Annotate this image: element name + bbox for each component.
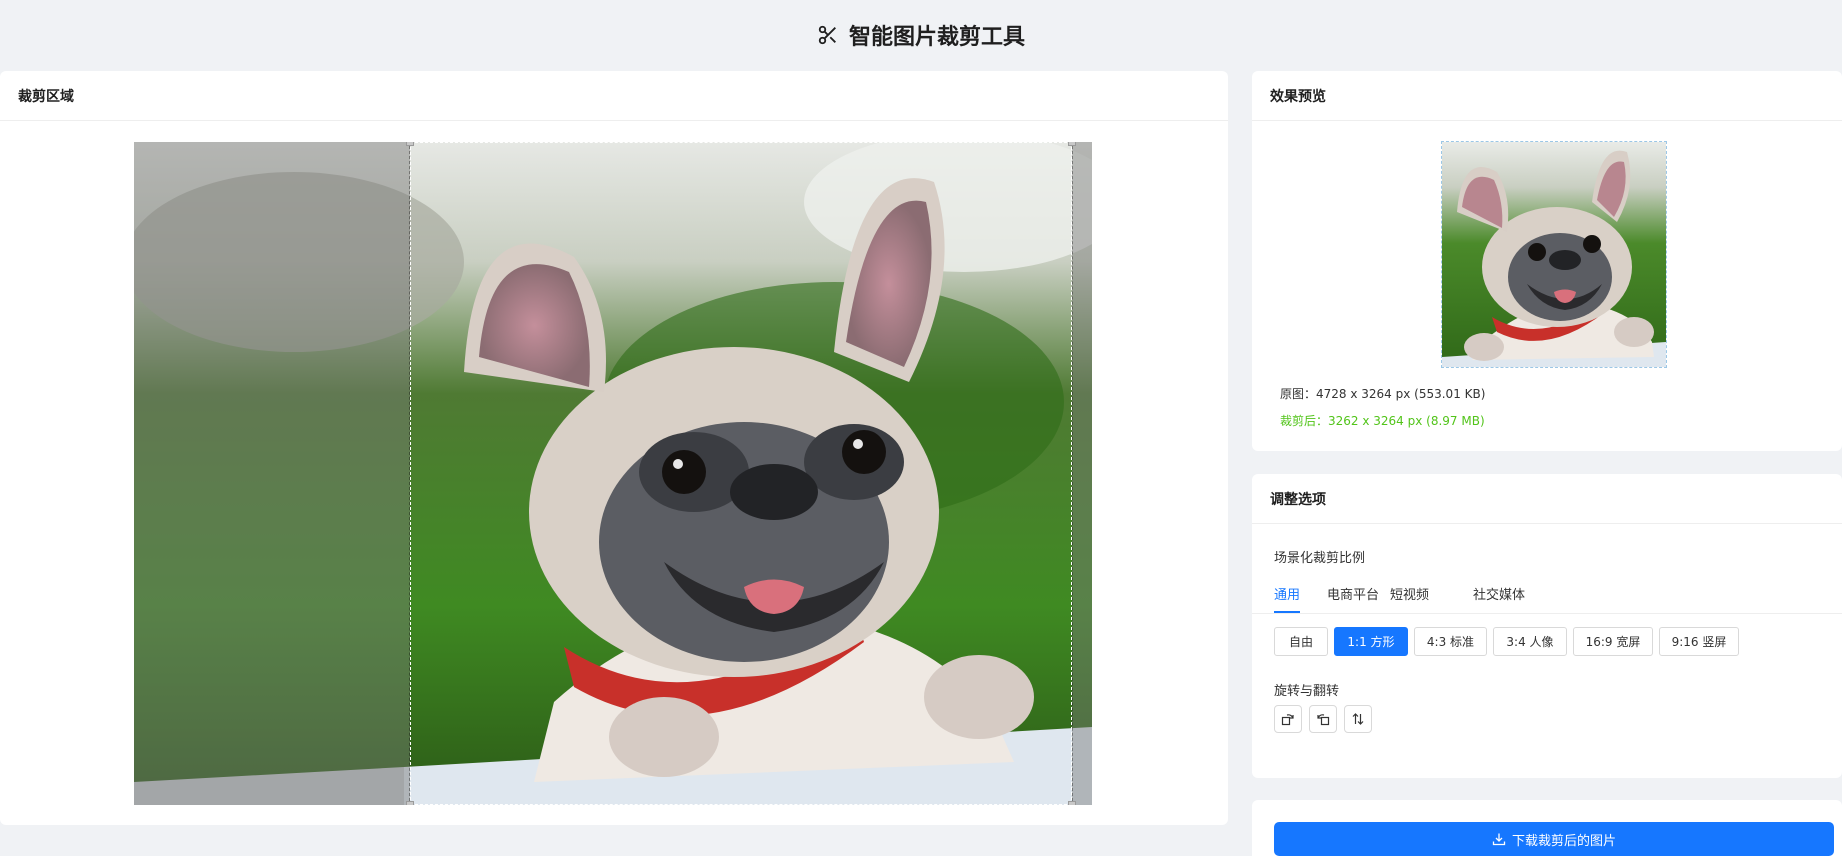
download-icon bbox=[1492, 833, 1506, 846]
ratio-16-9-button[interactable]: 16:9 宽屏 bbox=[1573, 627, 1653, 656]
crop-mask-left bbox=[134, 142, 410, 805]
options-panel: 调整选项 场景化裁剪比例 通用 电商平台 短视频 社交媒体 自由 1:1 方形 … bbox=[1252, 474, 1842, 778]
crop-handle-top-right[interactable] bbox=[1068, 142, 1076, 146]
page-title: 智能图片裁剪工具 bbox=[848, 25, 1025, 50]
crop-handle-bottom-left[interactable] bbox=[406, 801, 414, 805]
ratio-9-16-button[interactable]: 9:16 竖屏 bbox=[1659, 627, 1739, 656]
download-panel: 下载裁剪后的图片 bbox=[1252, 800, 1842, 856]
download-button[interactable]: 下载裁剪后的图片 bbox=[1274, 822, 1834, 856]
preview-panel-title: 效果预览 bbox=[1252, 71, 1842, 121]
crop-mask-right bbox=[1072, 142, 1092, 805]
tab-short-video[interactable]: 短视频 bbox=[1390, 584, 1429, 611]
ratio-4-3-button[interactable]: 4:3 标准 bbox=[1414, 627, 1487, 656]
crop-handle-top-left[interactable] bbox=[406, 142, 414, 146]
ratio-section-label: 场景化裁剪比例 bbox=[1274, 551, 1366, 566]
crop-stage[interactable] bbox=[134, 142, 1092, 805]
flip-vertical-icon bbox=[1352, 713, 1364, 725]
scissors-icon bbox=[818, 25, 836, 45]
ratio-3-4-button[interactable]: 3:4 人像 bbox=[1493, 627, 1567, 656]
download-button-label: 下载裁剪后的图片 bbox=[1511, 833, 1616, 849]
rotate-section-label: 旋转与翻转 bbox=[1274, 684, 1340, 699]
scene-tabs: 通用 电商平台 短视频 社交媒体 bbox=[1252, 576, 1842, 614]
crop-handle-bottom-right[interactable] bbox=[1068, 801, 1076, 805]
source-image bbox=[134, 142, 1092, 805]
rotate-left-button[interactable] bbox=[1274, 705, 1302, 733]
app-header: 智能图片裁剪工具 bbox=[0, 0, 1842, 70]
rotate-right-icon bbox=[1317, 714, 1330, 726]
cropped-size-info: 裁剪后：3262 x 3264 px (8.97 MB) bbox=[1280, 414, 1485, 428]
preview-image bbox=[1441, 141, 1667, 368]
flip-vertical-button[interactable] bbox=[1344, 705, 1372, 733]
ratio-free-button[interactable]: 自由 bbox=[1274, 627, 1328, 656]
tab-ecommerce[interactable]: 电商平台 bbox=[1327, 584, 1379, 611]
tab-general[interactable]: 通用 bbox=[1274, 584, 1301, 613]
preview-panel: 效果预览 原图：4728 x 3264 px (553.01 KB) 裁剪后：3… bbox=[1252, 71, 1842, 451]
rotate-right-button[interactable] bbox=[1309, 705, 1337, 733]
crop-panel-title: 裁剪区域 bbox=[0, 71, 1228, 121]
crop-selection-box[interactable] bbox=[409, 142, 1073, 805]
options-panel-title: 调整选项 bbox=[1252, 474, 1842, 524]
ratio-1-1-button[interactable]: 1:1 方形 bbox=[1334, 627, 1408, 656]
tab-social-media[interactable]: 社交媒体 bbox=[1473, 584, 1525, 611]
rotate-left-icon bbox=[1281, 714, 1294, 726]
original-size-info: 原图：4728 x 3264 px (553.01 KB) bbox=[1280, 387, 1486, 401]
